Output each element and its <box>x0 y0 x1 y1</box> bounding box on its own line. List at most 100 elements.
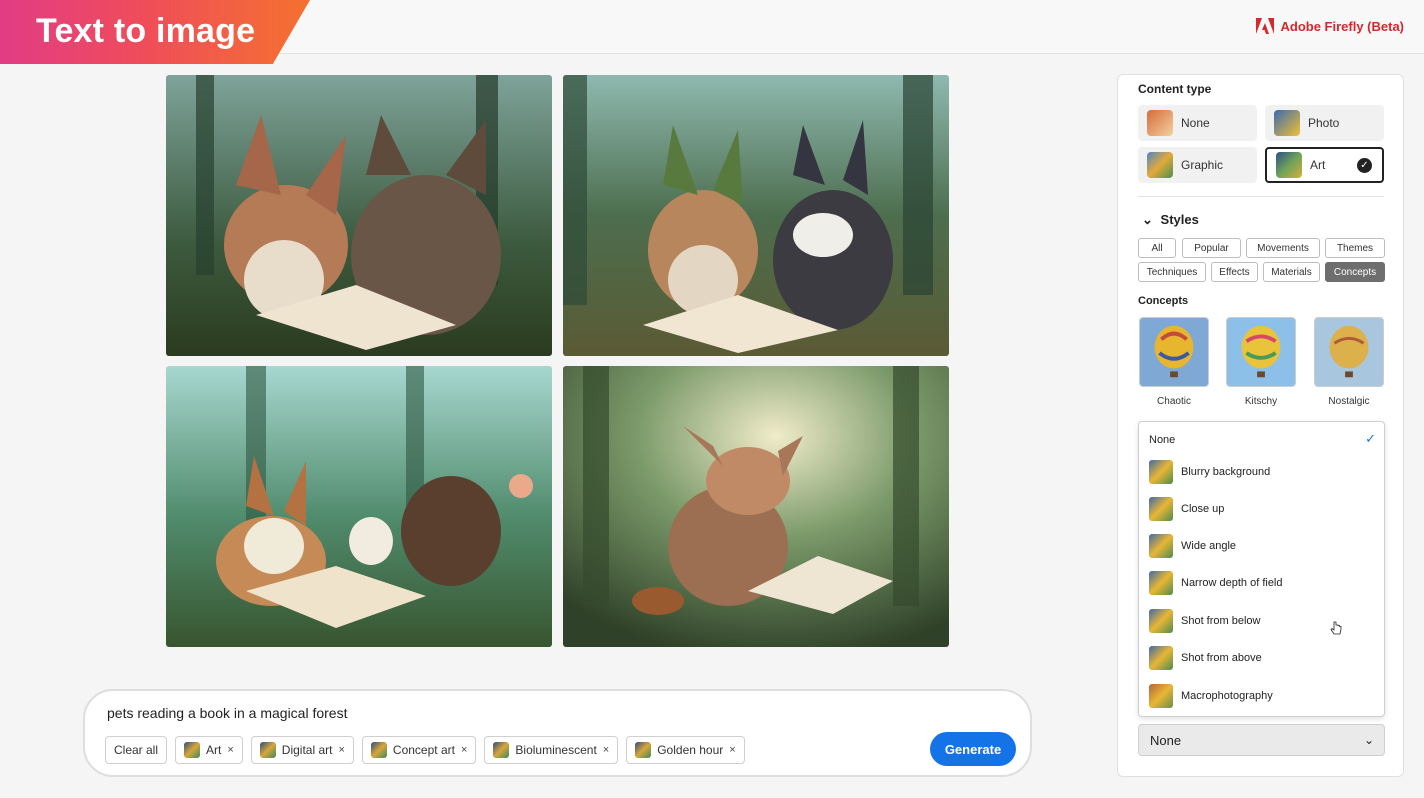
dropdown-option-blurry-background[interactable]: Blurry background <box>1149 460 1270 484</box>
option-label: Narrow depth of field <box>1181 577 1283 589</box>
chevron-down-icon: ⌄ <box>1363 733 1374 747</box>
chip-label: Concept art <box>392 743 455 757</box>
chip-art[interactable]: Art × <box>175 736 243 764</box>
balloon-thumb-icon <box>1149 497 1173 521</box>
generate-button[interactable]: Generate <box>930 732 1016 766</box>
dropdown-option-narrow-depth-of-field[interactable]: Narrow depth of field <box>1149 571 1283 595</box>
generated-image-1[interactable] <box>166 75 552 356</box>
brand-label: Adobe Firefly (Beta) <box>1280 18 1404 34</box>
dropdown-option-shot-from-below[interactable]: Shot from below <box>1149 609 1260 633</box>
remove-icon[interactable]: × <box>338 744 344 756</box>
select-value: None <box>1150 732 1182 748</box>
option-label: Close up <box>1181 503 1225 515</box>
clear-all-button[interactable]: Clear all <box>105 736 168 764</box>
chip-label: Bioluminescent <box>515 743 597 757</box>
chip-digital-art[interactable]: Digital art × <box>250 736 354 764</box>
generated-image-2[interactable] <box>563 75 949 356</box>
concept-nostalgic[interactable]: Nostalgic <box>1314 317 1384 407</box>
image-1-illustration <box>166 75 552 356</box>
style-tab-themes[interactable]: Themes <box>1325 238 1385 258</box>
remove-icon[interactable]: × <box>729 744 735 756</box>
content-type-label: None <box>1181 116 1210 130</box>
content-type-label: Art <box>1310 158 1326 172</box>
chip-bioluminescent[interactable]: Bioluminescent × <box>484 736 619 764</box>
concept-label: Kitschy <box>1244 396 1278 407</box>
prompt-bar: pets reading a book in a magical forest … <box>83 689 1032 777</box>
hand-cursor-icon <box>1330 621 1342 635</box>
art-thumb-icon <box>1276 152 1302 178</box>
none-thumb-icon <box>1147 110 1173 136</box>
image-3-illustration <box>166 366 552 647</box>
image-gallery <box>166 75 950 647</box>
balloon-thumb-icon <box>1149 571 1173 595</box>
remove-icon[interactable]: × <box>461 744 467 756</box>
dropdown-option-none[interactable]: None <box>1149 434 1175 446</box>
option-label: Blurry background <box>1181 466 1271 478</box>
golden-hour-thumb-icon <box>635 742 652 758</box>
hot-air-balloon-icon <box>1227 318 1295 386</box>
chip-label: Golden hour <box>657 743 724 757</box>
digital-art-thumb-icon <box>259 742 276 758</box>
styles-toggle[interactable]: ⌄ Styles <box>1142 212 1199 228</box>
nostalgic-thumbnail <box>1314 317 1384 387</box>
style-tab-concepts[interactable]: Concepts <box>1325 262 1385 282</box>
balloon-thumb-icon <box>1149 534 1173 558</box>
dropdown-option-wide-angle[interactable]: Wide angle <box>1149 534 1236 558</box>
content-type-label: Graphic <box>1181 158 1224 172</box>
generated-image-4[interactable] <box>563 366 949 647</box>
style-tab-techniques[interactable]: Techniques <box>1138 262 1206 282</box>
style-tab-effects[interactable]: Effects <box>1211 262 1258 282</box>
style-tab-materials[interactable]: Materials <box>1263 262 1320 282</box>
content-type-heading: Content type <box>1138 82 1212 96</box>
concepts-heading: Concepts <box>1138 295 1189 307</box>
art-thumb-icon <box>184 742 201 758</box>
option-label: Shot from below <box>1181 615 1261 627</box>
remove-icon[interactable]: × <box>603 744 609 756</box>
concept-label: Nostalgic <box>1328 396 1370 407</box>
kitschy-thumbnail <box>1226 317 1296 387</box>
style-tab-all[interactable]: All <box>1138 238 1176 258</box>
divider <box>1138 196 1384 197</box>
hot-air-balloon-icon <box>1315 318 1383 386</box>
concept-kitschy[interactable]: Kitschy <box>1226 317 1296 407</box>
brand[interactable]: Adobe Firefly (Beta) <box>1256 18 1404 34</box>
image-4-illustration <box>563 366 949 647</box>
clear-all-label: Clear all <box>114 743 159 757</box>
generated-image-3[interactable] <box>166 366 552 647</box>
content-type-label: Photo <box>1308 116 1340 130</box>
page-title: Text to image <box>36 12 256 50</box>
dropdown-option-close-up[interactable]: Close up <box>1149 497 1224 521</box>
hot-air-balloon-icon <box>1140 318 1208 386</box>
styles-heading: Styles <box>1160 212 1199 227</box>
concept-select[interactable]: None ⌄ <box>1138 724 1385 756</box>
content-type-photo[interactable]: Photo <box>1265 105 1384 141</box>
photo-thumb-icon <box>1274 110 1300 136</box>
option-label: Wide angle <box>1181 540 1237 552</box>
content-type-graphic[interactable]: Graphic <box>1138 147 1257 183</box>
image-2-illustration <box>563 75 949 356</box>
concept-chaotic[interactable]: Chaotic <box>1139 317 1209 407</box>
content-type-none[interactable]: None <box>1138 105 1257 141</box>
remove-icon[interactable]: × <box>227 744 233 756</box>
chip-golden-hour[interactable]: Golden hour × <box>626 736 745 764</box>
selected-check-icon: ✓ <box>1357 158 1372 173</box>
chip-concept-art[interactable]: Concept art × <box>361 736 477 764</box>
dropdown-option-macrophotography[interactable]: Macrophotography <box>1149 684 1273 708</box>
prompt-input[interactable]: pets reading a book in a magical forest <box>107 705 347 721</box>
style-tab-popular[interactable]: Popular <box>1182 238 1241 258</box>
settings-panel: Content type None Photo Graphic Art ✓ ⌄ … <box>1117 74 1404 777</box>
balloon-thumb-icon <box>1149 609 1173 633</box>
balloon-thumb-icon <box>1149 460 1173 484</box>
dropdown-option-shot-from-above[interactable]: Shot from above <box>1149 646 1262 670</box>
checkmark-icon: ✓ <box>1365 431 1376 446</box>
concept-dropdown-menu: None ✓ Blurry background Close up Wide a… <box>1138 421 1385 717</box>
chaotic-thumbnail <box>1139 317 1209 387</box>
balloon-thumb-icon <box>1149 684 1173 708</box>
concept-label: Chaotic <box>1157 396 1191 407</box>
chip-label: Art <box>206 743 222 757</box>
option-label: Shot from above <box>1181 652 1262 664</box>
content-type-art[interactable]: Art ✓ <box>1265 147 1384 183</box>
adobe-logo-icon <box>1256 18 1275 34</box>
graphic-thumb-icon <box>1147 152 1173 178</box>
style-tab-movements[interactable]: Movements <box>1246 238 1320 258</box>
